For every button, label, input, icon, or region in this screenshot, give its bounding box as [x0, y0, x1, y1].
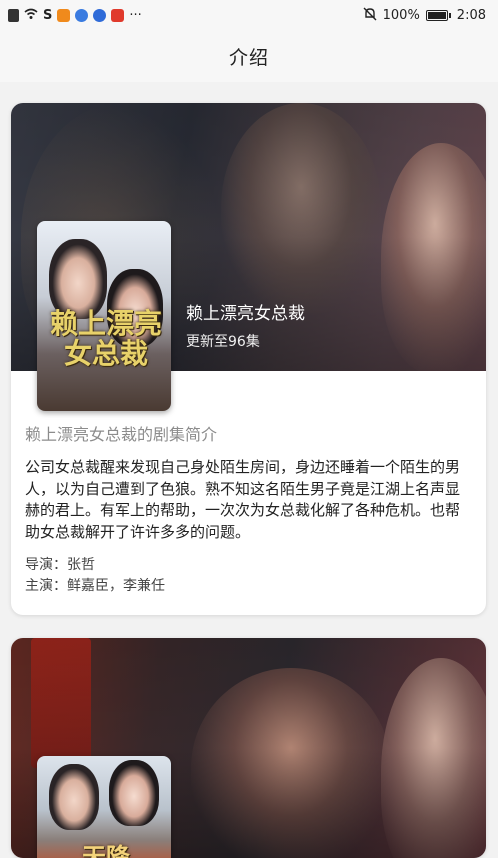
sim-icon	[8, 8, 19, 22]
app-header: 介绍	[0, 30, 498, 82]
video-app-icon	[57, 8, 71, 22]
bell-off-icon	[363, 7, 377, 24]
clock: 2:08	[456, 7, 486, 23]
drama-cover[interactable]: 赖上漂亮女总裁	[37, 221, 171, 411]
drama-card[interactable]: 赖上漂亮女总裁 更新至96集 赖上漂亮女总裁 赖上漂亮女总裁的剧集简介 公司女总…	[11, 103, 486, 615]
drama-info: 赖上漂亮女总裁的剧集简介 公司女总裁醒来发现自己身处陌生房间，身边还睡着一个陌生…	[25, 421, 473, 597]
battery-percent: 100%	[382, 7, 420, 23]
intro-text: 公司女总裁醒来发现自己身处陌生房间，身边还睡着一个陌生的男人，以为自己遭到了色狼…	[25, 458, 461, 541]
status-bar-right: 100% 2:08	[363, 7, 486, 24]
director-label: 导演：	[25, 557, 67, 573]
director-name: 张哲	[67, 557, 95, 573]
status-bar-left: S ···	[8, 8, 142, 23]
wifi-icon	[24, 8, 38, 23]
drama-card[interactable]: 天降	[11, 638, 486, 858]
music-app-icon	[93, 8, 107, 22]
drama-title[interactable]: 赖上漂亮女总裁	[186, 299, 305, 324]
cast-names: 鲜嘉臣，李兼任	[67, 578, 165, 594]
episode-count: 更新至96集	[186, 334, 260, 350]
cover-title-art: 赖上漂亮女总裁	[49, 307, 162, 370]
cover-title-art: 天降	[82, 842, 130, 858]
drama-cover[interactable]: 天降	[37, 756, 171, 858]
cover-actor-female	[49, 764, 99, 830]
intro-heading: 赖上漂亮女总裁的剧集简介	[25, 425, 218, 444]
mail-icon	[111, 8, 125, 22]
soul-app-icon: S	[43, 7, 53, 23]
battery-icon	[425, 9, 448, 21]
cast-label: 主演：	[25, 578, 67, 594]
page-title: 介绍	[228, 46, 269, 69]
more-notifications: ···	[129, 7, 142, 23]
cast-line: 主演：鲜嘉臣，李兼任	[25, 576, 473, 597]
battery-tip	[448, 12, 451, 18]
cover-actor-male	[109, 760, 159, 826]
status-bar: S ··· 100% 2:08	[0, 0, 498, 30]
director-line: 导演：张哲	[25, 555, 473, 576]
browser-icon	[75, 8, 89, 22]
